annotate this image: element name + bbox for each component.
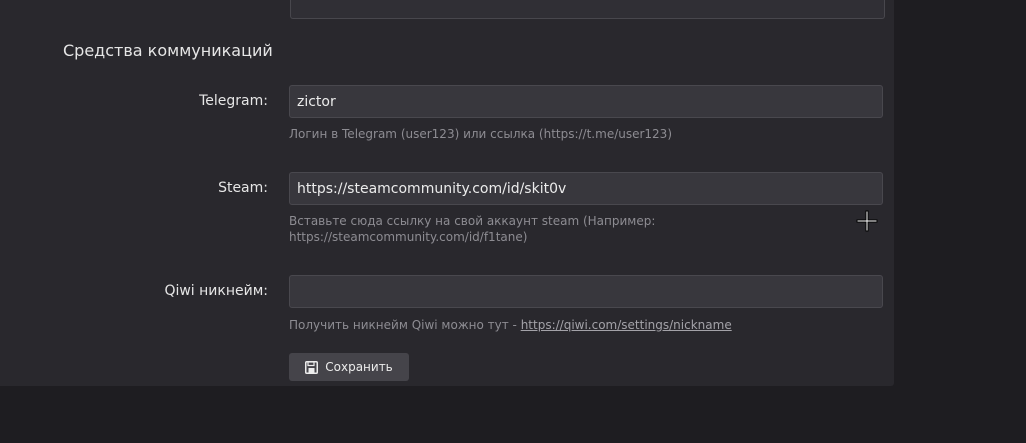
settings-panel: Средства коммуникаций Telegram: Логин в … — [0, 0, 894, 386]
qiwi-nickname-input[interactable] — [289, 275, 883, 308]
steam-label: Steam: — [218, 180, 268, 196]
telegram-label: Telegram: — [199, 93, 268, 109]
floppy-disk-icon — [305, 360, 319, 374]
section-title: Средства коммуникаций — [63, 41, 273, 60]
steam-help-line-2: https://steamcommunity.com/id/f1tane) — [289, 230, 528, 244]
telegram-help-text: Логин в Telegram (user123) или ссылка (h… — [289, 127, 672, 141]
save-button-label: Сохранить — [325, 360, 393, 374]
qiwi-settings-link[interactable]: https://qiwi.com/settings/nickname — [521, 318, 732, 332]
steam-help-line-1: Вставьте сюда ссылку на свой аккаунт ste… — [289, 214, 656, 228]
qiwi-help-prefix: Получить никнейм Qiwi можно тут - — [289, 318, 521, 332]
save-button[interactable]: Сохранить — [289, 353, 409, 381]
qiwi-nickname-label: Qiwi никнейм: — [164, 283, 268, 299]
steam-input[interactable] — [289, 172, 883, 205]
steam-help-text: Вставьте сюда ссылку на свой аккаунт ste… — [289, 213, 849, 245]
previous-field-input[interactable] — [290, 0, 885, 19]
crosshair-cursor-icon — [856, 210, 878, 232]
qiwi-help-text: Получить никнейм Qiwi можно тут - https:… — [289, 317, 849, 333]
telegram-input[interactable] — [289, 85, 883, 118]
